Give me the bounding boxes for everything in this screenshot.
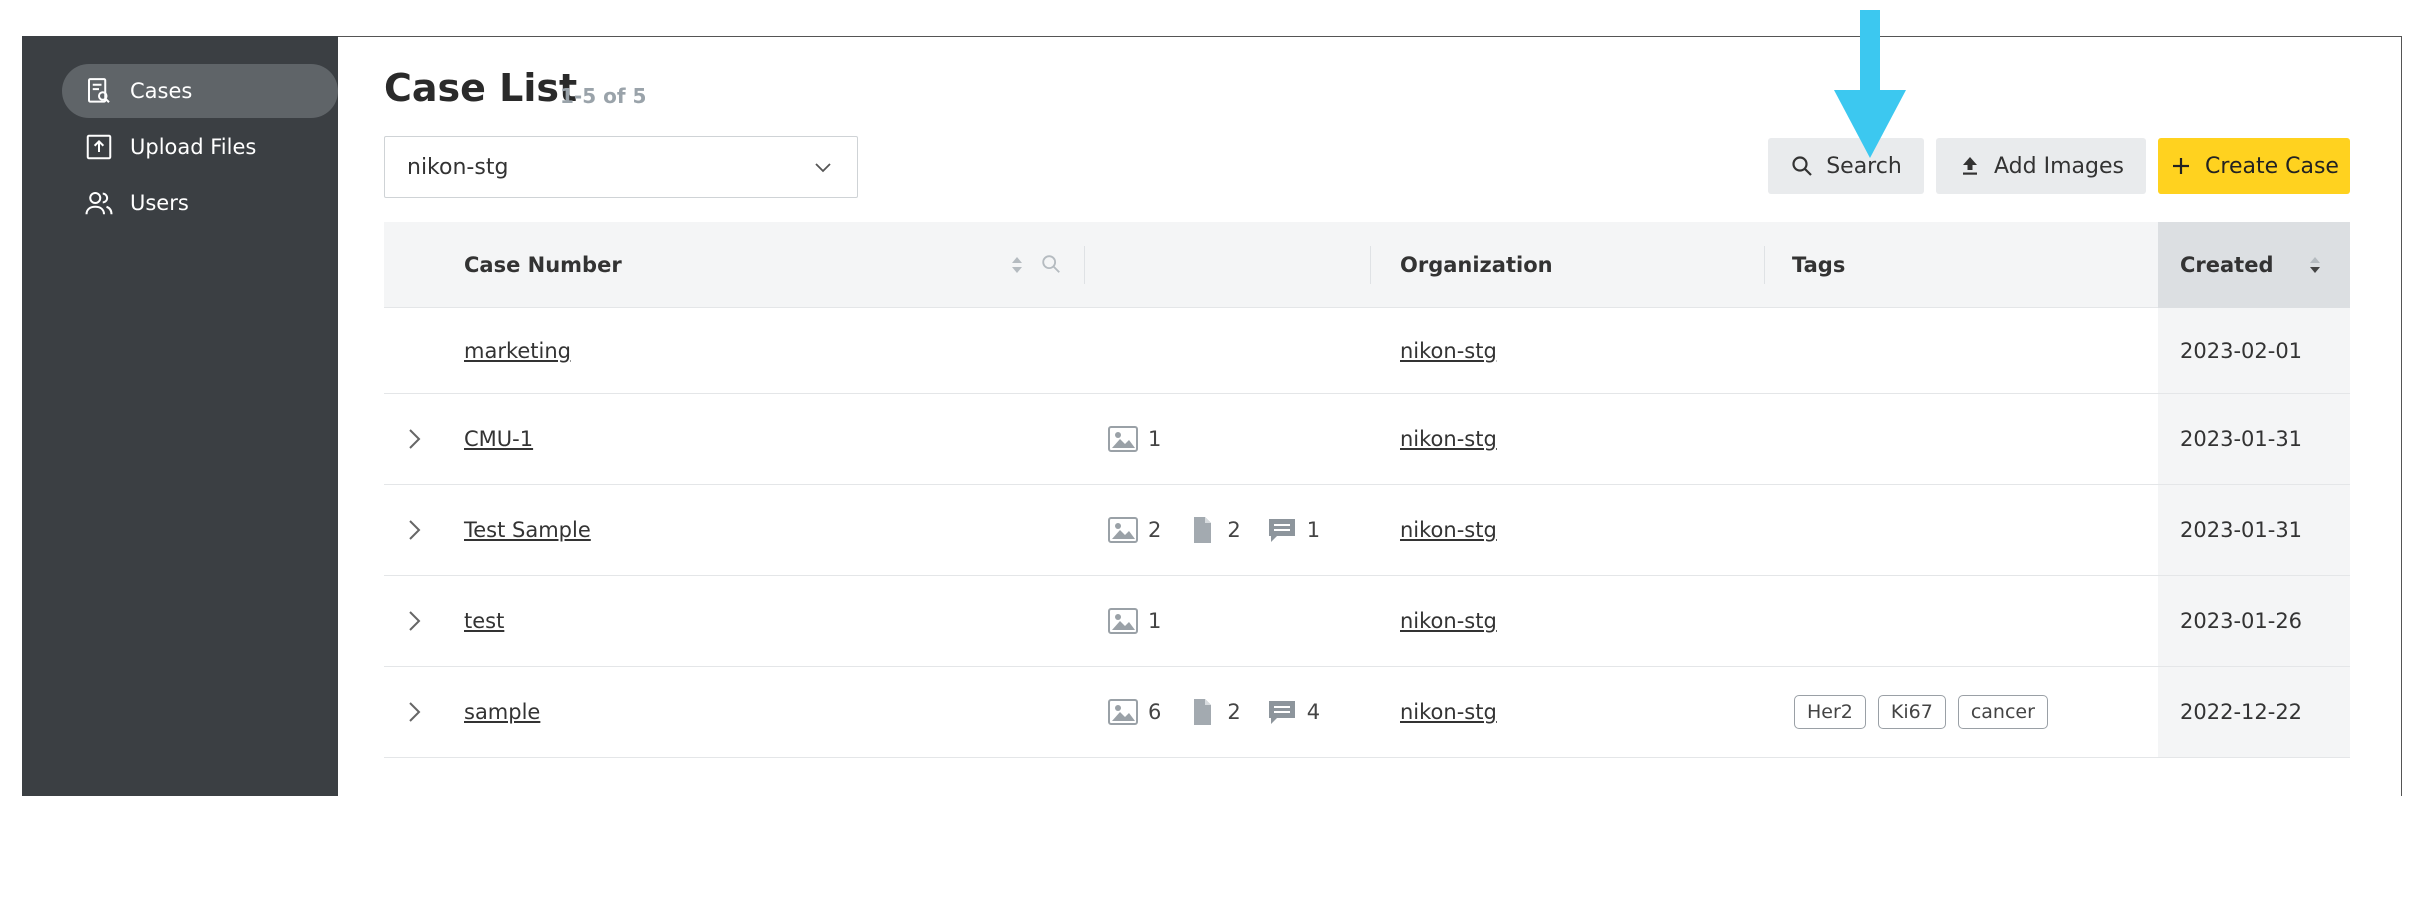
search-icon	[1792, 156, 1812, 176]
table-row[interactable]: Test Sample 2 2 1 nikon-stg 2023-01-31	[384, 485, 2350, 576]
created-date: 2023-01-31	[2180, 427, 2303, 451]
case-number-link[interactable]: marketing	[464, 339, 571, 363]
column-header-tags: Tags	[1792, 253, 1846, 277]
chevron-right-icon	[409, 702, 421, 722]
image-count-value: 1	[1148, 609, 1162, 633]
case-count: 1-5 of 5	[560, 84, 647, 108]
chevron-right-icon	[409, 520, 421, 540]
image-icon	[1108, 699, 1138, 725]
created-date: 2023-02-01	[2180, 338, 2303, 363]
add-images-button-label: Add Images	[1994, 153, 2124, 179]
image-icon	[1108, 608, 1138, 634]
table-row[interactable]: CMU-1 1 nikon-stg 2023-01-31	[384, 394, 2350, 485]
organization-link[interactable]: nikon-stg	[1400, 518, 1497, 542]
image-count-value: 6	[1148, 700, 1162, 724]
file-count: 2	[1187, 699, 1241, 725]
upload-arrow-icon	[1963, 157, 1978, 175]
annotation-arrow-icon	[1834, 10, 1906, 158]
expand-row-button[interactable]	[404, 394, 426, 484]
case-search-icon	[82, 74, 116, 108]
case-number-link[interactable]: Test Sample	[464, 518, 591, 542]
column-divider	[1370, 246, 1371, 284]
chevron-right-icon	[409, 611, 421, 631]
tags-cell: Her2 Ki67 cancer	[1794, 667, 2060, 757]
case-number-link[interactable]: sample	[464, 700, 540, 724]
table-row[interactable]: test 1 nikon-stg 2023-01-26	[384, 576, 2350, 667]
case-table: Case Number Organization Tags Created ma…	[384, 222, 2350, 758]
tag-badge[interactable]: cancer	[1957, 695, 2048, 729]
case-counts: 6 2 4	[1108, 667, 1346, 757]
case-number-link[interactable]: test	[464, 609, 504, 633]
sort-icon[interactable]	[2306, 254, 2324, 276]
column-divider	[1764, 246, 1765, 284]
sidebar-item-label: Cases	[130, 79, 193, 103]
file-count-value: 2	[1227, 518, 1241, 542]
table-row[interactable]: sample 6 2 4 nikon-stg Her2 Ki67 cancer 2022-12-…	[384, 667, 2350, 758]
created-date: 2023-01-26	[2180, 609, 2303, 633]
expand-row-button[interactable]	[404, 576, 426, 666]
case-counts: 1	[1108, 576, 1187, 666]
sort-icon[interactable]	[1008, 254, 1026, 276]
file-icon	[1194, 699, 1212, 725]
table-body: marketing nikon-stg 2023-02-01 CMU-1 1 nikon-…	[384, 308, 2350, 758]
upload-icon	[82, 130, 116, 164]
comment-count-value: 4	[1306, 700, 1321, 724]
organization-link[interactable]: nikon-stg	[1400, 427, 1497, 451]
comment-icon	[1268, 701, 1295, 724]
plus-icon	[2173, 158, 2190, 174]
case-number-link[interactable]: CMU-1	[464, 427, 533, 451]
comment-count: 4	[1267, 699, 1320, 725]
image-icon	[1108, 426, 1138, 452]
comment-count: 1	[1267, 517, 1320, 543]
tag-badge[interactable]: Her2	[1794, 695, 1866, 729]
sidebar-item-upload-files[interactable]: Upload Files	[62, 120, 338, 174]
image-count: 2	[1108, 517, 1161, 543]
sidebar-item-cases[interactable]: Cases	[62, 64, 338, 118]
main-content: Case List 1-5 of 5 nikon-stg Search Add …	[338, 36, 2402, 796]
column-header-case-number: Case Number	[464, 253, 622, 277]
create-case-button-label: Create Case	[2205, 153, 2339, 179]
file-count: 2	[1187, 517, 1241, 543]
sidebar-item-label: Users	[130, 191, 189, 215]
image-count-value: 1	[1148, 427, 1162, 451]
add-images-button[interactable]: Add Images	[1936, 138, 2146, 194]
column-header-created[interactable]: Created	[2180, 222, 2274, 308]
created-date: 2022-12-22	[2180, 700, 2303, 724]
comment-icon	[1268, 519, 1295, 542]
table-row[interactable]: marketing nikon-stg 2023-02-01	[384, 308, 2350, 394]
organization-link[interactable]: nikon-stg	[1400, 609, 1497, 633]
chevron-down-icon	[815, 163, 831, 173]
sidebar: Cases Upload Files Users	[22, 36, 338, 796]
column-divider	[1084, 246, 1085, 284]
table-header: Case Number Organization Tags Created	[384, 222, 2350, 308]
organization-select[interactable]: nikon-stg	[384, 136, 858, 198]
tag-badge[interactable]: Ki67	[1877, 695, 1946, 729]
chevron-right-icon	[409, 429, 421, 449]
image-icon	[1108, 517, 1138, 543]
organization-link[interactable]: nikon-stg	[1400, 339, 1497, 363]
file-count-value: 2	[1227, 700, 1241, 724]
expand-row-button[interactable]	[404, 667, 426, 757]
image-count: 6	[1108, 699, 1161, 725]
page-title: Case List	[384, 66, 578, 110]
image-count-value: 2	[1148, 518, 1162, 542]
created-date: 2023-01-31	[2180, 518, 2303, 542]
organization-link[interactable]: nikon-stg	[1400, 700, 1497, 724]
create-case-button[interactable]: Create Case	[2158, 138, 2350, 194]
comment-count-value: 1	[1306, 518, 1321, 542]
column-search-icon[interactable]	[1040, 253, 1062, 275]
sidebar-item-users[interactable]: Users	[62, 176, 338, 230]
column-header-organization: Organization	[1400, 253, 1553, 277]
case-counts: 2 2 1	[1108, 485, 1346, 575]
image-count: 1	[1108, 608, 1161, 634]
expand-row-button[interactable]	[404, 485, 426, 575]
case-counts: 1	[1108, 394, 1187, 484]
sidebar-item-label: Upload Files	[130, 135, 257, 159]
image-count: 1	[1108, 426, 1161, 452]
organization-select-value: nikon-stg	[407, 154, 509, 180]
users-icon	[82, 186, 116, 220]
file-icon	[1194, 517, 1212, 543]
